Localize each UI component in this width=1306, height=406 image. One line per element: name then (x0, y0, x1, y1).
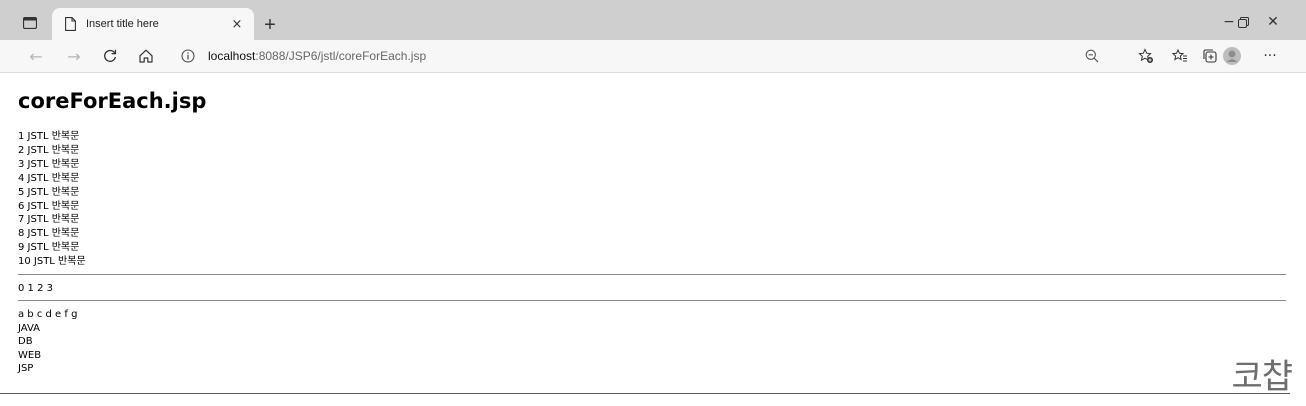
url-text[interactable]: localhost:8088/JSP6/jstl/coreForEach.jsp (208, 49, 426, 63)
tab-actions-icon (23, 17, 37, 29)
list-item: 9 JSTL 반복문 (18, 242, 80, 254)
list-item: 1 JSTL 반복문 (18, 131, 80, 142)
site-info-icon[interactable] (178, 46, 198, 66)
list-item: JSP (18, 363, 34, 375)
list-item: 3 JSTL 반복문 (18, 158, 80, 170)
list-item: 5 JSTL 반복문 (18, 186, 80, 198)
home-icon (139, 49, 153, 63)
window-bottom-edge (0, 393, 1290, 394)
page-icon (62, 16, 78, 32)
reload-button[interactable] (98, 44, 122, 68)
horizontal-rule (18, 300, 1286, 301)
zoom-out-icon[interactable] (1082, 46, 1102, 66)
close-window-button[interactable]: ✕ (1258, 10, 1288, 34)
tab-close-icon[interactable]: × (226, 13, 248, 35)
url-path: :8088/JSP6/jstl/coreForEach.jsp (255, 49, 427, 63)
list-item: WEB (18, 349, 42, 361)
profile-avatar-icon[interactable] (1220, 44, 1244, 68)
list-item: JAVA (18, 322, 41, 334)
forward-button[interactable]: → (62, 44, 86, 68)
browser-tab[interactable]: Insert title here × (52, 8, 254, 40)
tab-actions-button[interactable] (16, 11, 44, 35)
page-title: coreForEach.jsp (18, 89, 207, 113)
url-host: localhost (208, 49, 256, 63)
horizontal-rule (18, 274, 1286, 275)
page-content: coreForEach.jsp 1 JSTL 반복문 2 JSTL 반복문 3 … (0, 73, 1306, 406)
list-item: 2 JSTL 반복문 (18, 144, 80, 156)
address-bar[interactable]: localhost:8088/JSP6/jstl/coreForEach.jsp (172, 44, 1106, 68)
list-item: DB (18, 336, 33, 348)
collections-icon[interactable] (1198, 44, 1222, 68)
back-button[interactable]: ← (24, 44, 48, 68)
favorites-icon[interactable] (1168, 44, 1192, 68)
restore-icon (1237, 16, 1249, 28)
home-button[interactable] (134, 44, 158, 68)
list-item: 4 JSTL 반복문 (18, 172, 80, 184)
list-item: 7 JSTL 반복문 (18, 214, 80, 226)
browser-toolbar: ← → localhost:8088/JSP6/jstl/coreForEach… (0, 40, 1306, 73)
reload-icon (104, 49, 117, 62)
letters-line: a b c d e f g (18, 309, 78, 320)
restore-button[interactable] (1228, 10, 1258, 34)
numbers-line: 0 1 2 3 (18, 283, 53, 294)
list-item: 10 JSTL 반복문 (18, 256, 86, 268)
list-item: 6 JSTL 반복문 (18, 200, 80, 212)
new-tab-button[interactable]: + (258, 13, 282, 37)
loop-output-list: 1 JSTL 반복문 2 JSTL 반복문 3 JSTL 반복문 4 JSTL … (18, 130, 86, 269)
add-favorite-icon[interactable] (1134, 44, 1158, 68)
list-item: 8 JSTL 반복문 (18, 228, 80, 240)
tab-title: Insert title here (86, 18, 159, 30)
tokens-output-list: a b c d e f g JAVA DB WEB JSP (18, 308, 77, 376)
tab-strip: Insert title here × + − ✕ (0, 0, 1306, 40)
more-options-icon[interactable]: ··· (1258, 44, 1282, 68)
watermark-text: 코챱 (1231, 357, 1293, 397)
